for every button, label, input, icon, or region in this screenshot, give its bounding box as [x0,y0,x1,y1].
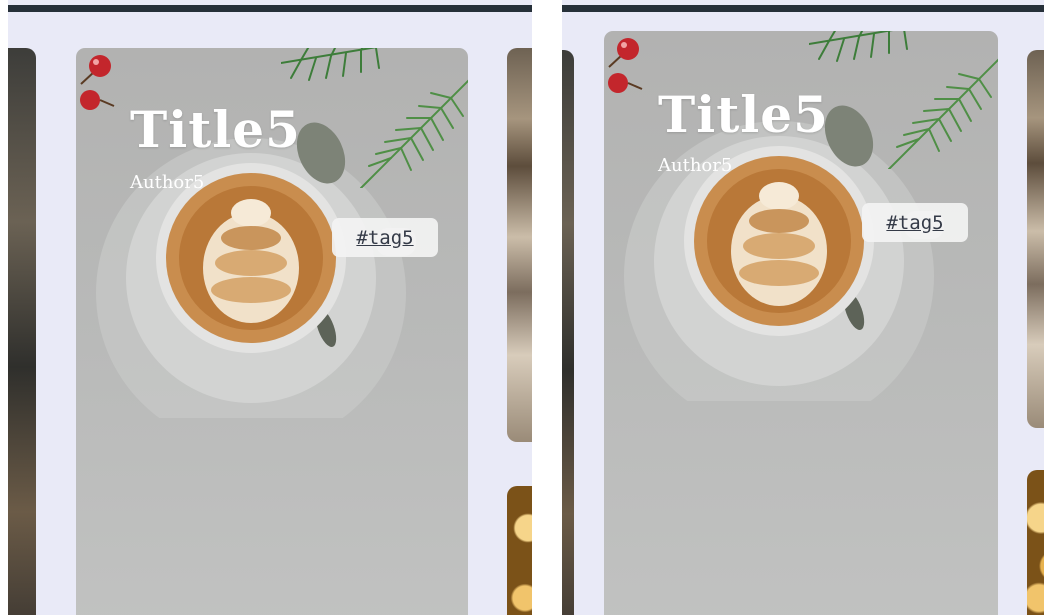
carousel-card-next[interactable] [507,48,532,442]
carousel-card-next-lower[interactable] [1027,470,1044,615]
card-author: Author5 [658,155,733,176]
book-card[interactable]: Title5 Author5 #tag5 [76,48,468,615]
pine-branch-icon [281,48,468,188]
carousel-card-next-lower[interactable] [507,486,532,615]
top-bar [562,5,1044,12]
carousel-card-previous[interactable] [8,48,36,615]
pine-branch-icon [809,31,998,169]
carousel-pane-right: Title5 Author5 #tag5 [562,0,1044,615]
card-title: Title5 [130,100,301,159]
tag-link[interactable]: #tag5 [862,203,968,242]
carousel-card-next[interactable] [1027,50,1044,428]
top-bar [8,5,532,12]
book-card[interactable]: Title5 Author5 #tag5 [604,31,998,615]
tag-link[interactable]: #tag5 [332,218,438,257]
card-title: Title5 [658,85,829,144]
carousel-pane-left: Title5 Author5 #tag5 [8,0,532,615]
card-author: Author5 [130,172,205,193]
carousel-card-previous[interactable] [562,50,574,615]
